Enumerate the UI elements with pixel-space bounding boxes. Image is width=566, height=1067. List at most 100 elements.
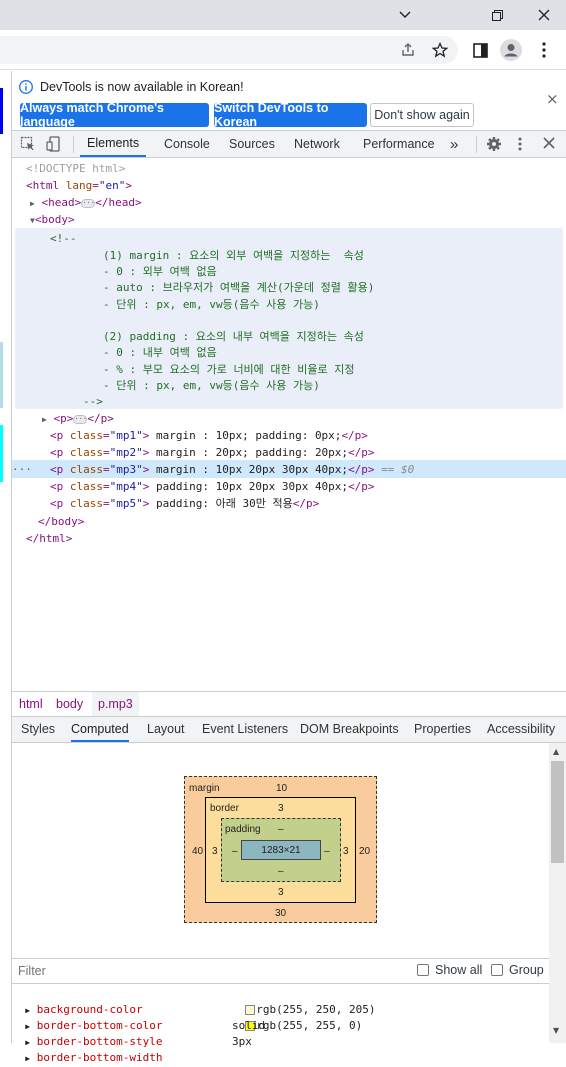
scrollbar-thumb[interactable] — [551, 761, 564, 863]
inspect-element-icon[interactable] — [20, 136, 36, 155]
more-vert-icon[interactable] — [532, 38, 556, 62]
infobar-message: DevTools is now available in Korean! — [40, 80, 244, 94]
breadcrumb-body[interactable]: body — [50, 692, 89, 716]
padding-left-value[interactable]: – — [232, 846, 238, 857]
node-actions-dots[interactable]: ··· — [12, 461, 32, 478]
address-bar[interactable] — [0, 36, 458, 64]
margin-bottom-value[interactable]: 30 — [275, 908, 286, 919]
breadcrumb-html[interactable]: html — [13, 692, 49, 716]
star-icon[interactable] — [428, 38, 452, 62]
tab-layout[interactable]: Layout — [147, 717, 185, 742]
tab-sources[interactable]: Sources — [229, 131, 275, 157]
device-toolbar-icon[interactable] — [46, 136, 62, 155]
toolbar-divider — [73, 136, 74, 153]
html-close-node[interactable]: </html> — [26, 530, 72, 547]
page-content-fragment — [0, 425, 3, 482]
tab-network[interactable]: Network — [294, 131, 340, 157]
tab-properties[interactable]: Properties — [414, 717, 471, 742]
margin-right-value[interactable]: 20 — [359, 846, 370, 857]
show-all-label[interactable]: Show all — [435, 963, 482, 977]
share-icon[interactable] — [396, 38, 420, 62]
profile-icon[interactable] — [499, 38, 523, 62]
border-top-value[interactable]: 3 — [278, 803, 284, 814]
margin-top-value[interactable]: 10 — [276, 783, 287, 794]
computed-property-row[interactable]: ▶ background-color — [12, 986, 142, 1016]
margin-label: margin — [189, 783, 220, 794]
devtools-language-infobar: DevTools is now available in Korean! Alw… — [12, 71, 566, 131]
dont-show-again-button[interactable]: Don't show again — [370, 103, 474, 127]
computed-filter-bar: Show all Group — [12, 958, 549, 984]
infobar-close-icon[interactable]: × — [546, 90, 559, 108]
gear-icon[interactable] — [486, 136, 502, 155]
computed-property-value: solid — [232, 1019, 266, 1032]
close-devtools-icon[interactable] — [543, 137, 555, 152]
comment-line: (1) margin : 요소의 외부 여백을 지정하는 속성 — [103, 249, 364, 262]
comment-line: - 단위 : px, em, vw등(음수 사용 가능) — [103, 379, 320, 392]
window-close-icon[interactable] — [522, 0, 566, 30]
comment-close: --> — [83, 395, 103, 408]
comment-open: <!-- — [50, 232, 77, 245]
p-mp5-node[interactable]: <p class="mp5"> padding: 아래 30만 적용</p> — [50, 495, 319, 512]
info-icon — [19, 80, 33, 97]
tab-performance[interactable]: Performance — [363, 131, 435, 157]
computed-property-row[interactable]: ▶ border-bottom-width — [12, 1034, 162, 1064]
padding-right-value[interactable]: – — [324, 846, 330, 857]
ellipsis-icon[interactable]: ··· — [73, 414, 88, 424]
border-label: border — [210, 803, 239, 814]
computed-property-row[interactable]: ▶ border-bottom-style — [12, 1018, 162, 1048]
more-vert-icon[interactable] — [518, 137, 522, 154]
expand-triangle-icon[interactable]: ▶ — [42, 415, 47, 424]
html-node[interactable]: <html lang="en"> — [26, 177, 132, 194]
tab-event-listeners[interactable]: Event Listeners — [202, 717, 288, 742]
expand-triangle-icon[interactable]: ▶ — [25, 1054, 30, 1063]
tab-accessibility[interactable]: Accessibility — [487, 717, 555, 742]
padding-top-value[interactable]: – — [278, 824, 284, 835]
p-mp4-node[interactable]: <p class="mp4"> padding: 10px 20px 30px … — [50, 478, 375, 495]
tab-elements[interactable]: Elements — [80, 131, 147, 157]
breadcrumb: html body p.mp3 — [12, 691, 566, 717]
sidebar-scrollbar[interactable]: ▲ ▼ — [549, 743, 566, 1043]
browser-toolbar — [0, 30, 566, 70]
group-checkbox[interactable] — [491, 964, 503, 976]
always-match-language-button[interactable]: Always match Chrome's language — [20, 101, 209, 129]
tab-console[interactable]: Console — [164, 131, 210, 157]
show-all-checkbox[interactable] — [417, 964, 429, 976]
sidebar-tabbar: Styles Computed Layout Event Listeners D… — [12, 717, 566, 743]
restore-icon[interactable] — [475, 0, 519, 30]
more-tabs-button[interactable]: » — [450, 131, 458, 157]
border-right-value[interactable]: 3 — [343, 846, 349, 857]
doctype-node[interactable]: <!DOCTYPE html> — [26, 160, 125, 177]
body-close-node[interactable]: </body> — [38, 513, 84, 530]
window-titlebar — [0, 0, 566, 30]
tab-computed[interactable]: Computed — [71, 717, 129, 742]
page-content-fragment — [0, 88, 3, 134]
border-left-value[interactable]: 3 — [212, 846, 218, 857]
head-node[interactable]: ▶ <head>···</head> — [30, 194, 142, 211]
filter-input[interactable] — [18, 962, 278, 980]
p-mp1-node[interactable]: <p class="mp1"> margin : 10px; padding: … — [50, 427, 368, 444]
computed-property-value: 3px — [232, 1035, 252, 1048]
switch-to-korean-button[interactable]: Switch DevTools to Korean — [214, 101, 367, 129]
tab-search-chevron-down-icon[interactable] — [383, 0, 427, 30]
padding-label: padding — [225, 824, 261, 835]
content-box[interactable]: 1283×21 — [241, 840, 321, 860]
tab-dom-breakpoints[interactable]: DOM Breakpoints — [300, 717, 399, 742]
scroll-up-arrow-icon[interactable]: ▲ — [553, 747, 559, 756]
group-label[interactable]: Group — [509, 963, 544, 977]
body-node[interactable]: ▼<body> — [30, 211, 75, 228]
p-mp2-node[interactable]: <p class="mp2"> margin : 20px; padding: … — [50, 444, 375, 461]
padding-bottom-value[interactable]: – — [278, 866, 284, 877]
p-node[interactable]: ▶ <p>···</p> — [42, 410, 114, 427]
scroll-down-arrow-icon[interactable]: ▼ — [553, 1026, 559, 1035]
p-mp3-node[interactable]: <p class="mp3"> margin : 10px 20px 30px … — [50, 461, 414, 478]
tab-styles[interactable]: Styles — [21, 717, 55, 742]
margin-left-value[interactable]: 40 — [192, 846, 203, 857]
expand-triangle-icon[interactable]: ▶ — [30, 199, 35, 208]
breadcrumb-p-mp3[interactable]: p.mp3 — [92, 692, 139, 716]
toolbar-divider — [476, 136, 477, 153]
computed-property-row[interactable]: ▶ border-bottom-color — [12, 1002, 162, 1032]
border-bottom-value[interactable]: 3 — [278, 887, 284, 898]
ellipsis-icon[interactable]: ··· — [81, 198, 96, 208]
side-panel-icon[interactable] — [468, 38, 492, 62]
comment-line: - % : 부모 요소의 가로 너비에 대한 비율로 지정 — [103, 363, 355, 376]
